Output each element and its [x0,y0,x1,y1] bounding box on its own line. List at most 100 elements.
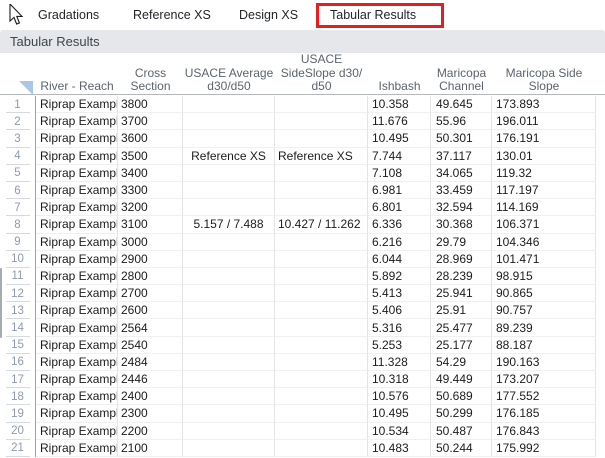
cell-river-reach[interactable]: Riprap Example [36,182,118,199]
cell-ishbash[interactable]: 10.576 [368,388,431,405]
cell-ishbash[interactable]: 7.108 [368,165,431,182]
cell-maricopa-channel[interactable]: 30.368 [431,216,492,233]
column-header-river-reach[interactable]: River - Reach [36,53,118,97]
left-scrollbar-thumb[interactable] [0,268,2,338]
cell-usace-sideslope[interactable] [275,405,368,422]
cell-river-reach[interactable]: Riprap Example [36,319,118,336]
cell-usace-average[interactable] [183,130,275,147]
cell-maricopa-channel[interactable]: 25.941 [431,285,492,302]
cell-cross-section[interactable]: 3700 [118,113,183,130]
table-row[interactable]: 8 Riprap Example 3100 5.157 / 7.488 10.4… [0,216,605,233]
cell-usace-sideslope[interactable] [275,337,368,354]
cell-usace-sideslope[interactable] [275,423,368,440]
cell-maricopa-side-slope[interactable]: 89.239 [492,319,596,336]
cell-ishbash[interactable]: 10.495 [368,130,431,147]
cell-usace-sideslope[interactable] [275,251,368,268]
cell-usace-sideslope[interactable] [275,113,368,130]
cell-cross-section[interactable]: 3500 [118,148,183,165]
cell-river-reach[interactable]: Riprap Example [36,96,118,113]
cell-ishbash[interactable]: 6.981 [368,182,431,199]
tab-tabular-results[interactable]: Tabular Results [330,0,416,30]
column-header-usace-sideslope[interactable]: USACE SideSlope d30/ d50 [275,53,368,97]
cell-usace-average[interactable] [183,405,275,422]
cell-maricopa-side-slope[interactable]: 106.371 [492,216,596,233]
table-row[interactable]: 17 Riprap Example 2446 10.318 49.449 173… [0,371,605,388]
cell-maricopa-side-slope[interactable]: 177.552 [492,388,596,405]
cell-usace-sideslope[interactable] [275,285,368,302]
cell-maricopa-side-slope[interactable]: 104.346 [492,234,596,251]
cell-ishbash[interactable]: 10.495 [368,405,431,422]
cell-river-reach[interactable]: Riprap Example [36,405,118,422]
cell-river-reach[interactable]: Riprap Example [36,148,118,165]
table-row[interactable]: 13 Riprap Example 2600 5.406 25.91 90.75… [0,302,605,319]
cell-ishbash[interactable]: 10.534 [368,423,431,440]
cell-maricopa-side-slope[interactable]: 175.992 [492,440,596,457]
tab-gradations[interactable]: Gradations [38,0,99,30]
cell-ishbash[interactable]: 5.413 [368,285,431,302]
cell-maricopa-side-slope[interactable]: 90.865 [492,285,596,302]
select-all-corner[interactable] [0,53,36,97]
cell-maricopa-side-slope[interactable]: 88.187 [492,337,596,354]
cell-ishbash[interactable]: 6.336 [368,216,431,233]
table-row[interactable]: 2 Riprap Example 3700 11.676 55.96 196.0… [0,113,605,130]
row-number-cell[interactable]: 18 [0,388,36,405]
cell-maricopa-channel[interactable]: 25.91 [431,302,492,319]
table-row[interactable]: 15 Riprap Example 2540 5.253 25.177 88.1… [0,337,605,354]
row-number-cell[interactable]: 16 [0,354,36,371]
cell-ishbash[interactable]: 10.483 [368,440,431,457]
column-header-maricopa-side-slope[interactable]: Maricopa Side Slope [492,53,596,97]
cell-river-reach[interactable]: Riprap Example [36,337,118,354]
cell-cross-section[interactable]: 2100 [118,440,183,457]
cell-maricopa-side-slope[interactable]: 176.843 [492,423,596,440]
table-row[interactable]: 10 Riprap Example 2900 6.044 28.969 101.… [0,251,605,268]
table-row[interactable]: 6 Riprap Example 3300 6.981 33.459 117.1… [0,182,605,199]
cell-maricopa-side-slope[interactable]: 176.185 [492,405,596,422]
cell-usace-sideslope[interactable] [275,319,368,336]
cell-ishbash[interactable]: 5.253 [368,337,431,354]
cell-usace-average[interactable] [183,285,275,302]
cell-usace-average[interactable] [183,354,275,371]
cell-ishbash[interactable]: 10.318 [368,371,431,388]
cell-cross-section[interactable]: 2700 [118,285,183,302]
row-number-cell[interactable]: 2 [0,113,36,130]
cell-cross-section[interactable]: 3300 [118,182,183,199]
row-number-cell[interactable]: 15 [0,337,36,354]
cell-usace-sideslope[interactable] [275,182,368,199]
row-number-cell[interactable]: 9 [0,234,36,251]
cell-usace-average[interactable] [183,440,275,457]
cell-maricopa-channel[interactable]: 50.487 [431,423,492,440]
cell-maricopa-side-slope[interactable]: 101.471 [492,251,596,268]
cell-usace-sideslope[interactable] [275,268,368,285]
row-number-cell[interactable]: 6 [0,182,36,199]
cell-cross-section[interactable]: 3100 [118,216,183,233]
cell-maricopa-side-slope[interactable]: 196.011 [492,113,596,130]
cell-usace-average[interactable]: 5.157 / 7.488 [183,216,275,233]
cell-ishbash[interactable]: 6.216 [368,234,431,251]
table-row[interactable]: 11 Riprap Example 2800 5.892 28.239 98.9… [0,268,605,285]
cell-usace-average[interactable] [183,199,275,216]
table-row[interactable]: 1 Riprap Example 3800 10.358 49.645 173.… [0,96,605,113]
cell-maricopa-side-slope[interactable]: 173.207 [492,371,596,388]
row-number-cell[interactable]: 7 [0,199,36,216]
cell-river-reach[interactable]: Riprap Example [36,216,118,233]
cell-maricopa-channel[interactable]: 50.689 [431,388,492,405]
table-row[interactable]: 5 Riprap Example 3400 7.108 34.065 119.3… [0,165,605,182]
cell-ishbash[interactable]: 6.801 [368,199,431,216]
row-number-cell[interactable]: 21 [0,440,36,457]
cell-maricopa-side-slope[interactable]: 130.01 [492,148,596,165]
table-row[interactable]: 16 Riprap Example 2484 11.328 54.29 190.… [0,354,605,371]
cell-maricopa-side-slope[interactable]: 117.197 [492,182,596,199]
cell-ishbash[interactable]: 6.044 [368,251,431,268]
cell-river-reach[interactable]: Riprap Example [36,234,118,251]
table-row[interactable]: 19 Riprap Example 2300 10.495 50.299 176… [0,405,605,422]
table-row[interactable]: 20 Riprap Example 2200 10.534 50.487 176… [0,423,605,440]
cell-maricopa-channel[interactable]: 32.594 [431,199,492,216]
cell-usace-average[interactable] [183,113,275,130]
cell-cross-section[interactable]: 2564 [118,319,183,336]
cell-maricopa-channel[interactable]: 49.449 [431,371,492,388]
cell-usace-sideslope[interactable] [275,96,368,113]
cell-maricopa-channel[interactable]: 37.117 [431,148,492,165]
row-number-cell[interactable]: 3 [0,130,36,147]
cell-river-reach[interactable]: Riprap Example [36,268,118,285]
cell-ishbash[interactable]: 5.406 [368,302,431,319]
